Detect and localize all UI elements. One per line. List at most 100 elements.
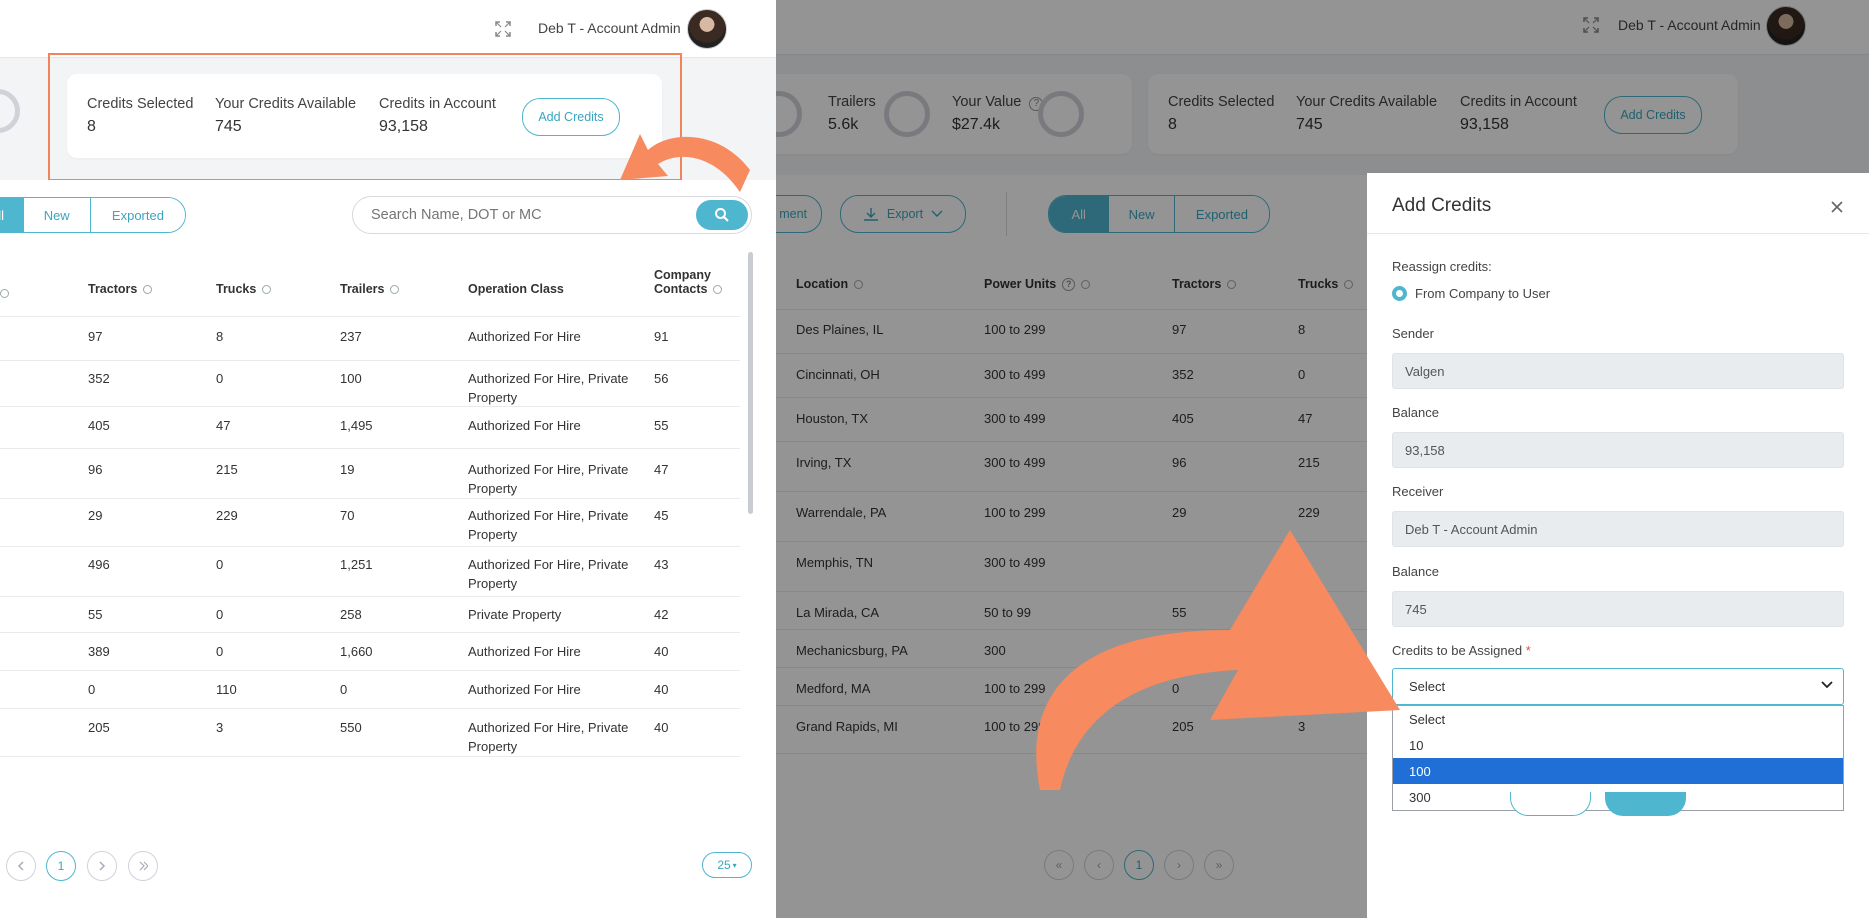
table-cell: Authorized For Hire, Private Property — [468, 371, 629, 405]
table-cell: 352 — [88, 371, 110, 386]
records-table: All New Exported Tractors Trucks Trailer… — [0, 180, 776, 918]
table-cell: 96 — [88, 462, 103, 477]
table-cell: 496 — [88, 557, 110, 572]
sort-icon[interactable] — [713, 285, 723, 295]
table-cell: 1,251 — [340, 557, 373, 572]
modal-title: Add Credits — [1392, 195, 1492, 216]
table-cell: 70 — [340, 508, 355, 523]
left-panel: Deb T - Account Admin Credits Selected 8… — [0, 0, 776, 918]
cancel-button[interactable] — [1510, 792, 1591, 816]
receiver-label: Receiver — [1392, 484, 1444, 499]
table-cell: Authorized For Hire, Private Property — [468, 720, 629, 754]
table-cell: Authorized For Hire, Private Property — [468, 557, 629, 591]
sort-icon[interactable] — [390, 285, 400, 295]
table-cell: 205 — [88, 720, 110, 735]
add-credits-modal: Add Credits Reassign credits: From Compa… — [1367, 173, 1869, 918]
table-cell: Authorized For Hire — [468, 682, 581, 697]
sender-balance-label: Balance — [1392, 405, 1439, 420]
last-page-button[interactable] — [128, 851, 158, 881]
reassign-label: Reassign credits: — [1392, 259, 1492, 274]
close-icon[interactable] — [1829, 199, 1845, 215]
stat-ring — [0, 89, 20, 133]
table-cell: Authorized For Hire — [468, 418, 581, 433]
credits-select[interactable]: Select — [1392, 668, 1844, 705]
top-bar: Deb T - Account Admin — [0, 0, 776, 58]
table-cell: 1,495 — [340, 418, 373, 433]
table-cell: Private Property — [468, 607, 562, 622]
next-page-button[interactable] — [87, 851, 117, 881]
table-cell: 91 — [654, 329, 669, 344]
pointer-arrow — [620, 134, 750, 192]
table-cell: 56 — [654, 371, 669, 386]
table-cell: 19 — [340, 462, 355, 477]
prev-page-button[interactable] — [6, 851, 36, 881]
table-cell: 0 — [88, 682, 96, 697]
option-10[interactable]: 10 — [1393, 732, 1843, 758]
sort-icon[interactable] — [262, 285, 272, 295]
col-header-tractors[interactable]: Tractors — [88, 280, 153, 298]
table-cell: 0 — [340, 682, 348, 697]
sort-icon[interactable] — [143, 285, 153, 295]
user-name[interactable]: Deb T - Account Admin — [538, 20, 681, 36]
col-header-operation-class: Operation Class — [468, 282, 564, 296]
option-100[interactable]: 100 — [1393, 758, 1843, 784]
table-cell: Authorized For Hire, Private Property — [468, 462, 629, 496]
avatar[interactable] — [687, 9, 727, 49]
table-scrollbar[interactable] — [748, 252, 753, 514]
receiver-balance-field[interactable]: 745 — [1392, 591, 1844, 627]
table-cell: Authorized For Hire — [468, 329, 581, 344]
table-cell: 229 — [216, 508, 238, 523]
sender-label: Sender — [1392, 326, 1434, 341]
table-cell: 215 — [216, 462, 238, 477]
per-page-select[interactable]: 25 ▾ — [702, 852, 752, 878]
table-cell: 29 — [88, 508, 103, 523]
col-header-prev[interactable] — [0, 286, 9, 300]
pointer-arrow — [1036, 530, 1400, 790]
table-cell: 8 — [216, 329, 224, 344]
tab-new[interactable]: New — [22, 198, 90, 232]
table-cell: 405 — [88, 418, 110, 433]
table-cell: 389 — [88, 644, 110, 659]
table-cell: 0 — [216, 557, 224, 572]
table-cell: 97 — [88, 329, 103, 344]
table-cell: 258 — [340, 607, 362, 622]
expand-icon[interactable] — [492, 18, 514, 40]
tab-exported[interactable]: Exported — [89, 198, 185, 232]
table-cell: 0 — [216, 607, 224, 622]
filter-tabs: All New Exported — [0, 197, 186, 233]
table-cell: 55 — [654, 418, 669, 433]
table-cell: 43 — [654, 557, 669, 572]
table-cell: 47 — [654, 462, 669, 477]
from-company-label[interactable]: From Company to User — [1415, 286, 1550, 301]
table-cell: 47 — [216, 418, 231, 433]
highlight-box — [48, 53, 682, 181]
table-cell: 40 — [654, 682, 669, 697]
chevron-down-icon — [1821, 681, 1833, 689]
table-cell: Authorized For Hire, Private Property — [468, 508, 629, 542]
table-cell: 0 — [216, 644, 224, 659]
table-cell: 40 — [654, 720, 669, 735]
tab-all[interactable]: All — [0, 198, 23, 232]
col-header-trucks[interactable]: Trucks — [216, 280, 272, 298]
submit-button[interactable] — [1605, 792, 1686, 816]
table-cell: Authorized For Hire — [468, 644, 581, 659]
from-company-radio[interactable] — [1392, 286, 1407, 301]
table-cell: 3 — [216, 720, 224, 735]
table-cell: 45 — [654, 508, 669, 523]
table-cell: 100 — [340, 371, 362, 386]
sender-field[interactable]: Valgen — [1392, 353, 1844, 389]
table-cell: 550 — [340, 720, 362, 735]
table-cell: 1,660 — [340, 644, 373, 659]
col-header-trailers[interactable]: Trailers — [340, 280, 400, 298]
option-select[interactable]: Select — [1393, 706, 1843, 732]
sender-balance-field[interactable]: 93,158 — [1392, 432, 1844, 468]
page-1-button[interactable]: 1 — [46, 851, 76, 881]
col-header-company-contacts[interactable]: Company Contacts — [654, 268, 734, 296]
table-cell: 237 — [340, 329, 362, 344]
table-cell: 55 — [88, 607, 103, 622]
table-cell: 42 — [654, 607, 669, 622]
receiver-field[interactable]: Deb T - Account Admin — [1392, 511, 1844, 547]
table-cell: 110 — [216, 682, 237, 697]
sort-icon[interactable] — [0, 289, 9, 299]
table-cell: 0 — [216, 371, 224, 386]
